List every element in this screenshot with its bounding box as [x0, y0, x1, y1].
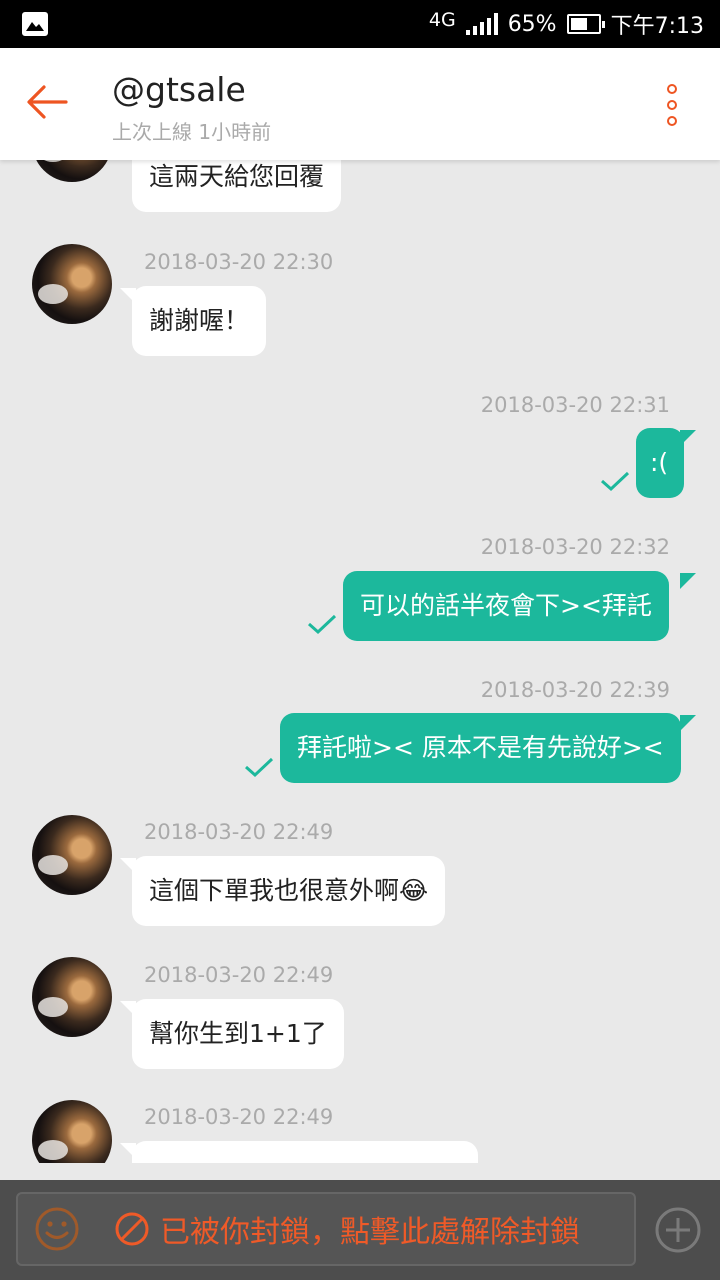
avatar[interactable] — [32, 244, 112, 324]
network-type: 4G — [428, 9, 456, 31]
message-timestamp: 2018-03-20 22:39 — [480, 678, 670, 702]
message-timestamp: 2018-03-20 22:49 — [144, 820, 334, 844]
avatar[interactable] — [32, 160, 112, 182]
unblock-button[interactable]: 已被你封鎖，點擊此處解除封鎖 — [16, 1192, 636, 1266]
message-bubble[interactable]: 可以的話半夜會下><拜託 — [343, 571, 669, 641]
last-seen: 上次上線 1小時前 — [112, 120, 272, 144]
message-bubble[interactable]: :( — [636, 428, 684, 498]
message-text: 謝謝喔！ — [149, 306, 250, 335]
signal-icon — [465, 13, 498, 35]
sent-check-icon — [600, 470, 630, 492]
message-timestamp: 2018-03-20 22:49 — [144, 963, 334, 987]
message-bubble[interactable]: 謝謝喔！ — [132, 286, 267, 356]
back-arrow-icon[interactable] — [24, 82, 68, 122]
battery-icon — [566, 14, 605, 34]
avatar[interactable] — [32, 1100, 112, 1163]
more-vertical-icon[interactable] — [662, 84, 682, 126]
message-timestamp: 2018-03-20 22:49 — [144, 1105, 334, 1129]
message-timestamp: 2018-03-20 22:30 — [144, 250, 334, 274]
status-bar: 4G 65% 下午7:13 — [0, 0, 720, 48]
message-list[interactable]: 這兩天給您回覆 2018-03-20 22:30 謝謝喔！ 2018-03-20… — [0, 160, 720, 1163]
message-text: 幫你生到1+1了 — [149, 1019, 327, 1048]
sent-check-icon — [244, 756, 274, 778]
battery-percent: 65% — [507, 11, 557, 37]
message-text: 拜託啦>< 原本不是有先說好>< — [297, 733, 664, 762]
message-timestamp: 2018-03-20 22:32 — [480, 535, 670, 559]
message-text: 可以的話半夜會下><拜託 — [360, 591, 652, 620]
input-bar: 已被你封鎖，點擊此處解除封鎖 — [0, 1180, 720, 1280]
clock: 下午7:13 — [610, 14, 704, 39]
message-text: 這個下單我也很意外啊😂 — [149, 876, 429, 905]
message-text: :( — [650, 448, 669, 477]
message-timestamp: 2018-03-20 22:31 — [480, 393, 670, 417]
message-text: 這兩天給您回覆 — [149, 162, 325, 191]
contact-name[interactable]: @gtsale — [112, 70, 246, 109]
sent-check-icon — [307, 613, 337, 635]
message-bubble[interactable]: 這個下單我也很意外啊😂 — [132, 856, 446, 926]
message-bubble[interactable]: 這兩天給您回覆 — [132, 160, 342, 212]
ban-icon — [115, 1212, 149, 1246]
bubble-tail — [680, 715, 696, 731]
plus-circle-icon[interactable] — [654, 1206, 702, 1254]
chat-header: @gtsale 上次上線 1小時前 — [0, 48, 720, 160]
blocked-text: 已被你封鎖，點擊此處解除封鎖 — [160, 1215, 580, 1250]
bubble-tail — [680, 573, 696, 589]
smiley-icon[interactable] — [34, 1206, 80, 1252]
image-icon — [22, 12, 48, 36]
message-bubble[interactable] — [132, 1141, 478, 1163]
message-bubble[interactable]: 幫你生到1+1了 — [132, 999, 344, 1069]
message-bubble[interactable]: 拜託啦>< 原本不是有先說好>< — [280, 713, 681, 783]
avatar[interactable] — [32, 957, 112, 1037]
avatar[interactable] — [32, 815, 112, 895]
